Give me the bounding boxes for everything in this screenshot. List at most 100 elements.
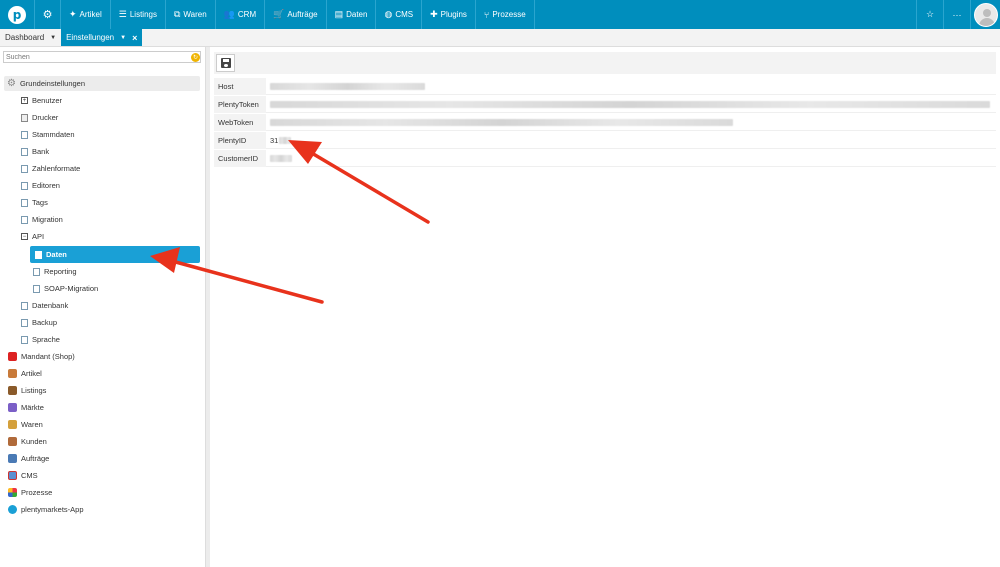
tree-label: Migration: [32, 215, 63, 224]
field-row-webtoken: WebToken: [214, 113, 996, 131]
tree-label: Märkte: [21, 403, 44, 412]
field-label: PlentyToken: [214, 95, 266, 113]
document-icon: [21, 147, 28, 156]
nav-cms[interactable]: ◍ CMS: [376, 0, 423, 29]
nav-prozesse[interactable]: ⑂ Prozesse: [476, 0, 535, 29]
nav-label: CRM: [237, 10, 257, 19]
tree-node-bank[interactable]: Bank: [21, 144, 49, 159]
tree-node-benutzer[interactable]: + Benutzer: [21, 93, 62, 108]
tree-node-datenbank[interactable]: Datenbank: [21, 298, 68, 313]
document-icon: [21, 164, 28, 173]
plenty-logo-button[interactable]: p: [0, 0, 35, 29]
nav-plugins[interactable]: ✚ Plugins: [422, 0, 476, 29]
tree-node-listings[interactable]: Listings: [8, 383, 46, 398]
tab-dashboard[interactable]: Dashboard ▼: [0, 29, 61, 46]
nav-label: Plugins: [440, 10, 467, 19]
tree-node-daten[interactable]: Daten: [30, 246, 200, 263]
tree-label: Grundeinstellungen: [19, 79, 86, 88]
field-row-plentytoken: PlentyToken: [214, 95, 996, 113]
blurred-value: [270, 82, 425, 90]
tree-label: Aufträge: [21, 454, 50, 463]
tag-icon: ✦: [69, 9, 77, 19]
tab-einstellungen[interactable]: Einstellungen ▼ ×: [61, 29, 143, 46]
tree-node-stammdaten[interactable]: Stammdaten: [21, 127, 75, 142]
tree-node-grundeinstellungen[interactable]: ⚙ Grundeinstellungen: [4, 76, 200, 91]
settings-sidebar: ↻ ⚙ Grundeinstellungen + Benutzer Drucker…: [0, 47, 205, 567]
customerid-value[interactable]: [266, 154, 292, 162]
close-icon[interactable]: ×: [132, 33, 137, 43]
tree-label: Prozesse: [21, 488, 53, 497]
tree-label: Bank: [32, 147, 50, 156]
nav-crm[interactable]: 👥 CRM: [216, 0, 266, 29]
tree-node-kunden[interactable]: Kunden: [8, 434, 47, 449]
blurred-value: [270, 154, 292, 162]
plentytoken-value[interactable]: [266, 100, 990, 108]
orders-icon: [8, 454, 17, 463]
plenty-shop-icon: [8, 352, 17, 361]
tree-node-api[interactable]: − API: [21, 229, 44, 244]
customers-icon: [8, 437, 17, 446]
nav-waren[interactable]: ⧉ Waren: [166, 0, 216, 29]
tree-node-editoren[interactable]: Editoren: [21, 178, 60, 193]
tree-node-cms[interactable]: CMS: [8, 468, 38, 483]
tree-label: CMS: [21, 471, 38, 480]
caret-down-icon[interactable]: ▼: [50, 35, 56, 41]
tab-bar: Dashboard ▼ Einstellungen ▼ ×: [0, 29, 1000, 47]
document-icon: [21, 215, 28, 224]
nav-listings[interactable]: ☰ Listings: [111, 0, 166, 29]
tree-node-reporting[interactable]: Reporting: [33, 264, 77, 279]
blurred-value: [270, 118, 733, 126]
user-menu-button[interactable]: [970, 0, 1000, 29]
plentyid-text: 31: [270, 135, 279, 145]
tab-label: Dashboard: [5, 33, 45, 42]
gear-icon: ⚙: [42, 9, 53, 21]
tree-label: Daten: [46, 250, 67, 259]
nav-label: Prozesse: [492, 10, 526, 19]
tree-label: API: [32, 232, 45, 241]
tree-node-migration[interactable]: Migration: [21, 212, 63, 227]
tree-node-waren[interactable]: Waren: [8, 417, 43, 432]
nav-artikel[interactable]: ✦ Artikel: [61, 0, 111, 29]
search-input[interactable]: [3, 51, 201, 63]
expand-plus-icon[interactable]: +: [21, 97, 28, 104]
gear-icon: ⚙: [7, 78, 16, 89]
webtoken-value[interactable]: [266, 118, 733, 126]
plenty-app-icon: [8, 505, 17, 514]
tree-node-soap-migration[interactable]: SOAP-Migration: [33, 281, 98, 296]
tree-node-auftraege[interactable]: Aufträge: [8, 451, 49, 466]
nav-label: Daten: [346, 10, 368, 19]
tree-node-backup[interactable]: Backup: [21, 315, 57, 330]
host-value[interactable]: [266, 82, 425, 90]
tree-label: Kunden: [21, 437, 47, 446]
caret-down-icon[interactable]: ▼: [120, 35, 126, 41]
tree-label: Drucker: [32, 113, 59, 122]
listing-icon: [8, 386, 17, 395]
collapse-minus-icon[interactable]: −: [21, 233, 28, 240]
tree-node-maerkte[interactable]: Märkte: [8, 400, 44, 415]
tree-node-sprache[interactable]: Sprache: [21, 332, 60, 347]
plentyid-value[interactable]: 31: [266, 135, 292, 145]
save-button[interactable]: [216, 54, 235, 72]
more-menu-button[interactable]: ···: [943, 0, 970, 29]
settings-gear-button[interactable]: ⚙: [35, 0, 61, 29]
tree-label: Waren: [21, 420, 43, 429]
star-icon: ☆: [925, 9, 935, 19]
tree-node-artikel[interactable]: Artikel: [8, 366, 42, 381]
favorites-button[interactable]: ☆: [916, 0, 943, 29]
tree-node-plentymarkets-app[interactable]: plentymarkets-App: [8, 502, 84, 517]
globe-icon: ◍: [384, 9, 393, 19]
avatar: [973, 2, 998, 27]
nav-daten[interactable]: ▤ Daten: [327, 0, 377, 29]
nav-auftraege[interactable]: 🛒 Aufträge: [265, 0, 327, 29]
document-icon: [33, 284, 40, 293]
process-icon: [8, 488, 17, 497]
tree-node-drucker[interactable]: Drucker: [21, 110, 58, 125]
tree-node-mandant[interactable]: Mandant (Shop): [8, 349, 75, 364]
tree-node-prozesse[interactable]: Prozesse: [8, 485, 52, 500]
topnav-spacer: [535, 0, 916, 29]
search-icon[interactable]: ↻: [191, 53, 200, 62]
tree-label: Backup: [32, 318, 58, 327]
tree-node-zahlenformate[interactable]: Zahlenformate: [21, 161, 80, 176]
field-row-host: Host: [214, 77, 996, 95]
tree-node-tags[interactable]: Tags: [21, 195, 48, 210]
